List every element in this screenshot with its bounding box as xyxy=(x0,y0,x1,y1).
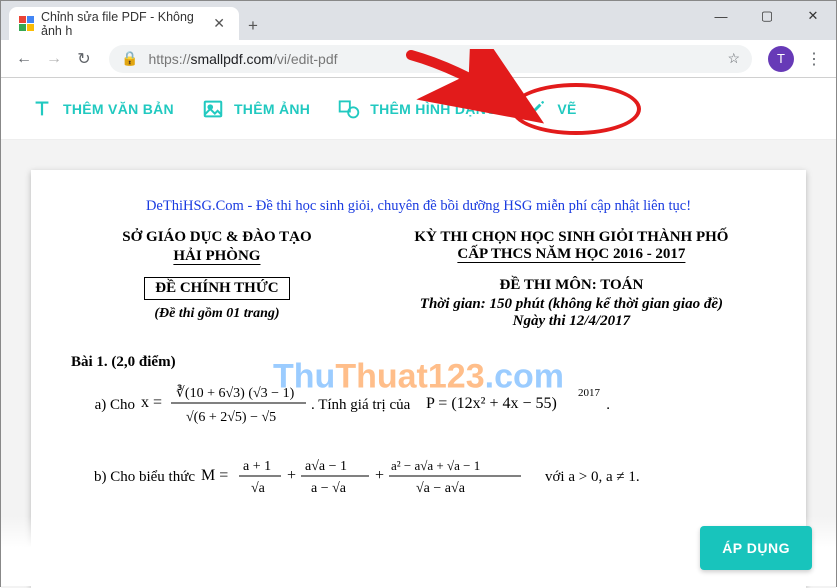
svg-text:a + 1: a + 1 xyxy=(243,459,271,474)
label-a-tail: . Tính giá trị của xyxy=(311,397,410,414)
browser-menu-icon[interactable]: ⋮ xyxy=(800,49,828,69)
reload-button[interactable]: ↻ xyxy=(69,44,99,74)
doc-subject: ĐỀ THI MÔN: TOÁN xyxy=(377,277,766,294)
address-bar: ← → ↻ 🔒 https://smallpdf.com/vi/edit-pdf… xyxy=(1,40,836,78)
tab-close-icon[interactable]: ✕ xyxy=(209,15,229,32)
add-text-label: THÊM VĂN BẢN xyxy=(63,101,174,117)
svg-text:P = (12x² + 4x − 55): P = (12x² + 4x − 55) xyxy=(426,395,557,412)
add-shape-label: THÊM HÌNH DẠNG xyxy=(370,101,497,117)
label-b-tail: với a > 0, a ≠ 1. xyxy=(545,469,640,486)
new-tab-button[interactable]: + xyxy=(239,16,267,40)
svg-text:+: + xyxy=(287,467,296,484)
window-maximize-button[interactable]: ▢ xyxy=(744,1,790,31)
doc-exam-title-2: CẤP THCS NĂM HỌC 2016 - 2017 xyxy=(377,246,766,263)
doc-problem-1-title: Bài 1. (2,0 điểm) xyxy=(71,354,766,371)
url-host: smallpdf.com xyxy=(190,51,272,67)
svg-text:a√a − 1: a√a − 1 xyxy=(305,459,347,474)
doc-page-count: (Đề thi gồm 01 trang) xyxy=(71,306,363,322)
doc-body: Bài 1. (2,0 điểm) a) Cho x = ∛(10 + 6√3)… xyxy=(71,354,766,505)
shape-icon xyxy=(338,98,360,120)
svg-text:√a: √a xyxy=(251,481,266,496)
label-p-tail: . xyxy=(606,397,610,414)
doc-header-left: SỞ GIÁO DỤC & ĐÀO TẠO HẢI PHÒNG ĐỀ CHÍNH… xyxy=(71,229,363,330)
doc-problem-1a: a) Cho x = ∛(10 + 6√3) (√3 − 1) √(6 + 2√… xyxy=(71,377,766,434)
doc-official-box: ĐỀ CHÍNH THỨC xyxy=(144,277,289,300)
svg-text:2017: 2017 xyxy=(578,387,601,399)
pdf-page: DeThiHSG.Com - Đề thi học sinh giỏi, chu… xyxy=(31,170,806,588)
url-input[interactable]: 🔒 https://smallpdf.com/vi/edit-pdf ☆ xyxy=(109,45,752,73)
url-path: /vi/edit-pdf xyxy=(273,51,338,67)
profile-avatar[interactable]: T xyxy=(768,46,794,72)
doc-problem-1b: b) Cho biểu thức M = a + 1 √a + a√a − 1 … xyxy=(71,450,766,505)
text-icon xyxy=(31,98,53,120)
draw-label: VẼ xyxy=(557,101,576,117)
browser-title-bar: Chỉnh sửa file PDF - Không ảnh h ✕ + — ▢… xyxy=(1,1,836,40)
window-controls: — ▢ ✕ xyxy=(698,1,836,31)
doc-issuer: SỞ GIÁO DỤC & ĐÀO TẠO xyxy=(71,229,363,246)
label-a: a) Cho xyxy=(71,397,141,414)
svg-text:√a − a√a: √a − a√a xyxy=(416,481,466,496)
svg-text:√(6 + 2√5) − √5: √(6 + 2√5) − √5 xyxy=(186,410,276,425)
window-close-button[interactable]: ✕ xyxy=(790,1,836,31)
formula-p: P = (12x² + 4x − 55) 2017 xyxy=(426,386,606,425)
pencil-icon xyxy=(525,98,547,120)
doc-duration: Thời gian: 150 phút (không kể thời gian … xyxy=(377,296,766,313)
image-icon xyxy=(202,98,224,120)
svg-text:x =: x = xyxy=(141,394,162,411)
doc-date: Ngày thi 12/4/2017 xyxy=(377,313,766,330)
lock-icon: 🔒 xyxy=(121,50,138,67)
doc-city: HẢI PHÒNG xyxy=(173,248,260,265)
svg-text:a − √a: a − √a xyxy=(311,481,347,496)
apply-button[interactable]: ÁP DỤNG xyxy=(700,526,812,570)
svg-text:∛(10 + 6√3) (√3 − 1): ∛(10 + 6√3) (√3 − 1) xyxy=(176,384,295,401)
formula-x: x = ∛(10 + 6√3) (√3 − 1) √(6 + 2√5) − √5 xyxy=(141,377,311,434)
formula-m: M = a + 1 √a + a√a − 1 a − √a + a² − a√a… xyxy=(201,450,531,505)
doc-exam-title-1: KỲ THI CHỌN HỌC SINH GIỎI THÀNH PHỐ xyxy=(377,229,766,246)
svg-text:+: + xyxy=(375,467,384,484)
doc-header-right: KỲ THI CHỌN HỌC SINH GIỎI THÀNH PHỐ CẤP … xyxy=(377,229,766,330)
document-viewport[interactable]: DeThiHSG.Com - Đề thi học sinh giỏi, chu… xyxy=(1,140,836,588)
label-b: b) Cho biểu thức xyxy=(71,469,201,486)
doc-banner-link: DeThiHSG.Com - Đề thi học sinh giỏi, chu… xyxy=(71,198,766,215)
browser-tab[interactable]: Chỉnh sửa file PDF - Không ảnh h ✕ xyxy=(9,7,239,40)
add-image-button[interactable]: THÊM ẢNH xyxy=(202,98,310,120)
bookmark-star-icon[interactable]: ☆ xyxy=(727,50,740,67)
svg-text:M =: M = xyxy=(201,467,228,484)
add-image-label: THÊM ẢNH xyxy=(234,101,310,117)
editor-toolbar: THÊM VĂN BẢN THÊM ẢNH THÊM HÌNH DẠNG VẼ xyxy=(1,78,836,140)
forward-button: → xyxy=(39,44,69,74)
url-scheme: https:// xyxy=(148,51,190,67)
add-text-button[interactable]: THÊM VĂN BẢN xyxy=(31,98,174,120)
window-minimize-button[interactable]: — xyxy=(698,1,744,31)
add-shape-button[interactable]: THÊM HÌNH DẠNG xyxy=(338,98,497,120)
tab-title: Chỉnh sửa file PDF - Không ảnh h xyxy=(41,10,209,38)
svg-text:a² − a√a + √a − 1: a² − a√a + √a − 1 xyxy=(391,458,480,473)
draw-button[interactable]: VẼ xyxy=(525,98,576,120)
back-button[interactable]: ← xyxy=(9,44,39,74)
tab-favicon xyxy=(19,16,34,31)
